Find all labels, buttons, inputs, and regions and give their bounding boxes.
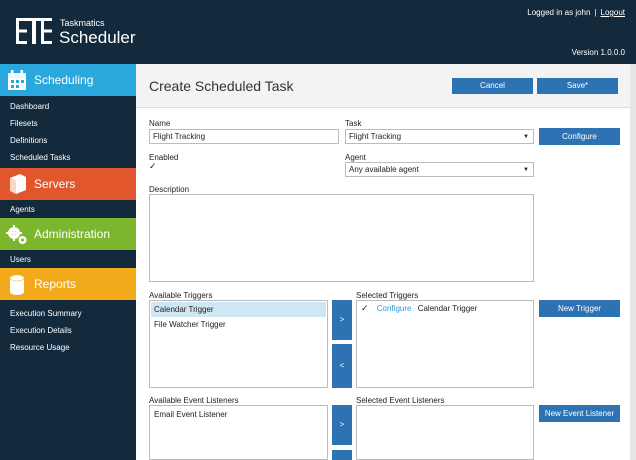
checkmark-icon[interactable]: ✓ [361,303,369,313]
section-title-reports: Reports [34,277,77,291]
remove-listener-button[interactable] [332,450,352,460]
page-header: Create Scheduled Task Cancel Save* [136,64,630,108]
section-administration[interactable]: Administration [0,218,136,250]
description-textarea[interactable] [149,194,534,282]
nav-users[interactable]: Users [0,251,136,268]
section-reports[interactable]: Reports [0,268,136,300]
add-trigger-button[interactable]: > [332,300,352,340]
section-scheduling[interactable]: Scheduling [0,64,136,96]
nav-filesets[interactable]: Filesets [0,115,136,132]
nav-scheduled-tasks[interactable]: Scheduled Tasks [0,149,136,166]
logout-link[interactable]: Logout [601,8,625,17]
selected-trigger-row: ✓ Configure Calendar Trigger [357,301,533,316]
page-title: Create Scheduled Task [149,78,294,94]
selected-triggers-label: Selected Triggers [356,291,419,300]
version-text: Version 1.0.0.0 [571,48,625,57]
taskmatics-logo-icon [16,18,52,44]
list-item-email-event-listener[interactable]: Email Event Listener [151,407,326,422]
main-content: Create Scheduled Task Cancel Save* Name … [136,64,636,460]
new-event-listener-button[interactable]: New Event Listener [539,405,620,422]
logged-in-text: Logged in as john [527,8,591,17]
database-icon [9,274,25,295]
selected-listeners-list [356,405,534,460]
nav-execution-summary[interactable]: Execution Summary [0,305,136,322]
cancel-button[interactable]: Cancel [452,78,533,94]
agent-select[interactable]: Any available agent ▼ [345,162,534,177]
checkmark-icon: ✓ [149,161,157,171]
agent-label: Agent [345,153,366,162]
available-listeners-label: Available Event Listeners [149,396,239,405]
nav-dashboard[interactable]: Dashboard [0,98,136,115]
section-title-scheduling: Scheduling [34,73,94,87]
section-title-administration: Administration [34,227,111,241]
selected-triggers-list: ✓ Configure Calendar Trigger [356,300,534,388]
gears-icon [6,225,27,244]
enabled-checkbox[interactable]: ✓ [149,161,157,172]
top-bar: Taskmatics Scheduler Logged in as john | L… [0,0,636,64]
nav-resource-usage[interactable]: Resource Usage [0,339,136,356]
task-select[interactable]: Flight Tracking ▼ [345,129,534,144]
new-trigger-button[interactable]: New Trigger [539,300,620,317]
server-box-icon [10,174,26,194]
nav-definitions[interactable]: Definitions [0,132,136,149]
selected-listeners-label: Selected Event Listeners [356,396,445,405]
chevron-down-icon: ▼ [523,167,529,173]
brand-title: Scheduler [59,28,136,47]
list-item-file-watcher-trigger[interactable]: File Watcher Trigger [151,317,326,332]
task-select-value: Flight Tracking [349,132,402,141]
section-servers[interactable]: Servers [0,168,136,200]
section-title-servers: Servers [34,177,76,191]
remove-trigger-button[interactable]: < [332,344,352,388]
list-item-calendar-trigger[interactable]: Calendar Trigger [151,302,326,317]
available-triggers-list: Calendar Trigger File Watcher Trigger [149,300,328,388]
chevron-down-icon: ▼ [523,134,529,140]
available-triggers-label: Available Triggers [149,291,213,300]
nav-agents[interactable]: Agents [0,201,136,218]
brand-small-text: Taskmatics [60,18,105,28]
available-listeners-list: Email Event Listener [149,405,328,460]
user-separator: | [594,8,597,17]
calendar-icon [8,70,26,90]
nav-execution-details[interactable]: Execution Details [0,322,136,339]
user-info: Logged in as john | Logout [527,8,625,17]
description-label: Description [149,185,190,194]
task-label: Task [345,119,362,128]
save-button[interactable]: Save* [537,78,618,94]
name-input[interactable]: Flight Tracking [149,129,339,144]
configure-task-button[interactable]: Configure [539,128,620,145]
selected-trigger-name: Calendar Trigger [417,304,478,313]
name-label: Name [149,119,171,128]
agent-select-value: Any available agent [349,165,419,174]
sidebar: Scheduling Dashboard Filesets Definition… [0,64,136,460]
configure-trigger-link[interactable]: Configure [377,304,412,313]
add-listener-button[interactable]: > [332,405,352,445]
window-edge [630,64,636,460]
